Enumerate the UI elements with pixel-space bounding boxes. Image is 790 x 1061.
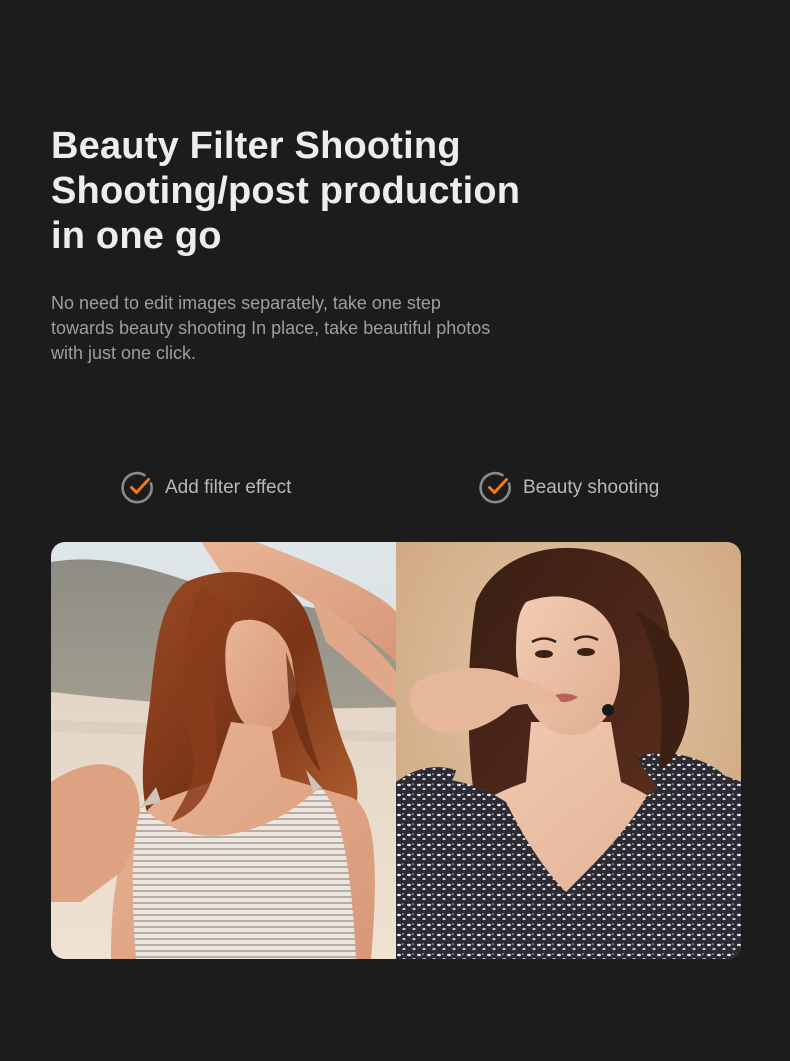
feature-beauty-shooting: Beauty shooting	[479, 470, 659, 506]
check-circle-icon	[479, 471, 511, 504]
headline-line-3: in one go	[51, 215, 222, 257]
check-circle-icon	[121, 471, 153, 504]
headline-line-1: Beauty Filter Shooting	[51, 125, 461, 167]
headline-line-2: Shooting/post production	[51, 170, 521, 212]
page-description: No need to edit images separately, take …	[51, 291, 571, 366]
description-line-1: No need to edit images separately, take …	[51, 293, 441, 313]
photo-beauty-shooting	[396, 542, 741, 959]
description-line-2: towards beauty shooting In place, take b…	[51, 318, 491, 338]
comparison-photos	[51, 542, 741, 959]
description-line-3: with just one click.	[51, 343, 197, 363]
feature-add-filter-effect: Add filter effect	[121, 470, 291, 506]
page-headline: Beauty Filter Shooting Shooting/post pro…	[51, 124, 671, 259]
feature-label: Add filter effect	[165, 477, 292, 498]
feature-label: Beauty shooting	[523, 477, 660, 498]
photo-filter-effect	[51, 542, 396, 959]
